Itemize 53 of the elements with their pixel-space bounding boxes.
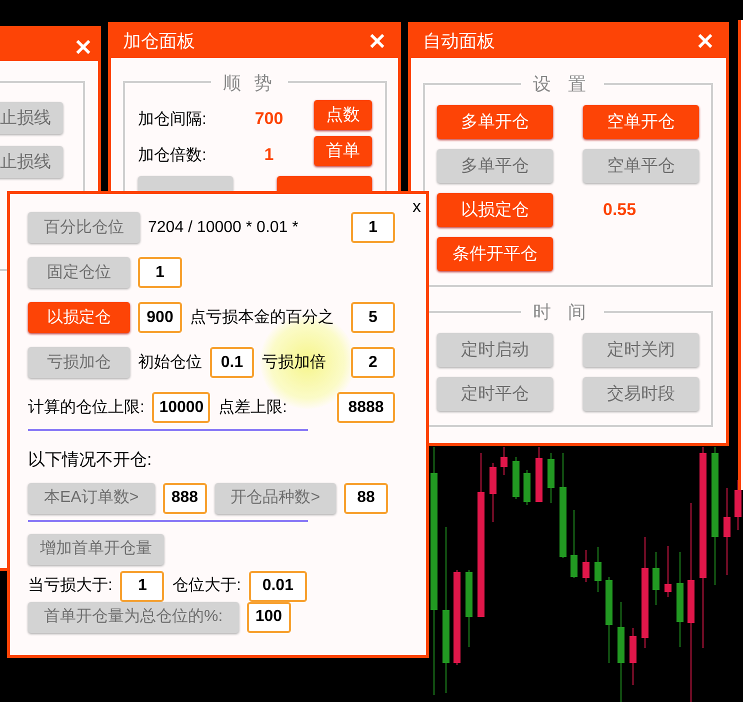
field-label: 点差上限:	[218, 398, 287, 418]
input-field[interactable]: 1	[351, 212, 395, 243]
field-value: 700	[254, 108, 284, 130]
window-title: 加仓面板	[123, 30, 195, 53]
input-field[interactable]: 5	[351, 302, 395, 333]
field-value: 1	[263, 144, 275, 166]
candle	[582, 550, 590, 582]
input-field[interactable]: 0.01	[248, 570, 307, 602]
input-field[interactable]: 900	[138, 302, 182, 333]
input-field[interactable]: 10000	[152, 392, 210, 423]
input-field[interactable]: 88	[344, 482, 388, 514]
close-button[interactable]: ✕	[368, 25, 386, 58]
candle	[664, 546, 672, 598]
field-label: 计算的仓位上限:	[28, 398, 144, 418]
candle	[570, 510, 578, 578]
input-field[interactable]: 1	[138, 257, 182, 288]
button[interactable]: 空单开仓	[583, 105, 699, 139]
button[interactable]: 以损定仓	[437, 193, 553, 227]
input-field[interactable]: 0.1	[210, 347, 254, 378]
field-value: 0.55	[603, 199, 636, 222]
candle	[512, 456, 520, 500]
candle	[536, 446, 542, 502]
candle	[500, 446, 508, 476]
candle	[524, 470, 530, 506]
candle	[630, 628, 636, 686]
field-label: 初始仓位	[138, 352, 202, 372]
field-label: 点亏损本金的百分之	[190, 308, 334, 328]
candle	[734, 480, 742, 530]
input-field[interactable]: 100	[246, 602, 291, 632]
button[interactable]: 首单	[314, 136, 372, 166]
close-button[interactable]: ✕	[696, 25, 714, 58]
button[interactable]: 条件开平仓	[437, 237, 553, 271]
section-heading: 以下情况不开仓:	[28, 449, 153, 471]
button[interactable]: 多单开仓	[437, 105, 553, 139]
candle	[490, 462, 496, 522]
candle	[594, 546, 602, 592]
input-field[interactable]: 888	[162, 482, 207, 514]
close-button[interactable]: x	[412, 194, 421, 220]
input-field[interactable]: 2	[351, 347, 395, 378]
field-label: 仓位大于:	[172, 576, 241, 596]
close-button[interactable]: ✕	[74, 31, 92, 64]
field-label: 亏损加倍	[262, 352, 326, 372]
field-label: 当亏损大于:	[28, 576, 112, 596]
input-field[interactable]: 1	[120, 570, 164, 602]
button[interactable]: 点数	[314, 100, 372, 130]
input-field[interactable]: 8888	[337, 392, 395, 423]
field-label: 7204 / 10000 * 0.01 *	[148, 218, 298, 238]
candle	[652, 552, 660, 606]
field-label: 加仓间隔:	[138, 110, 206, 130]
window-title: 自动面板	[423, 30, 495, 53]
field-label: 加仓倍数:	[138, 146, 206, 166]
button[interactable]: 以损定仓	[28, 302, 130, 333]
candle	[548, 452, 554, 504]
